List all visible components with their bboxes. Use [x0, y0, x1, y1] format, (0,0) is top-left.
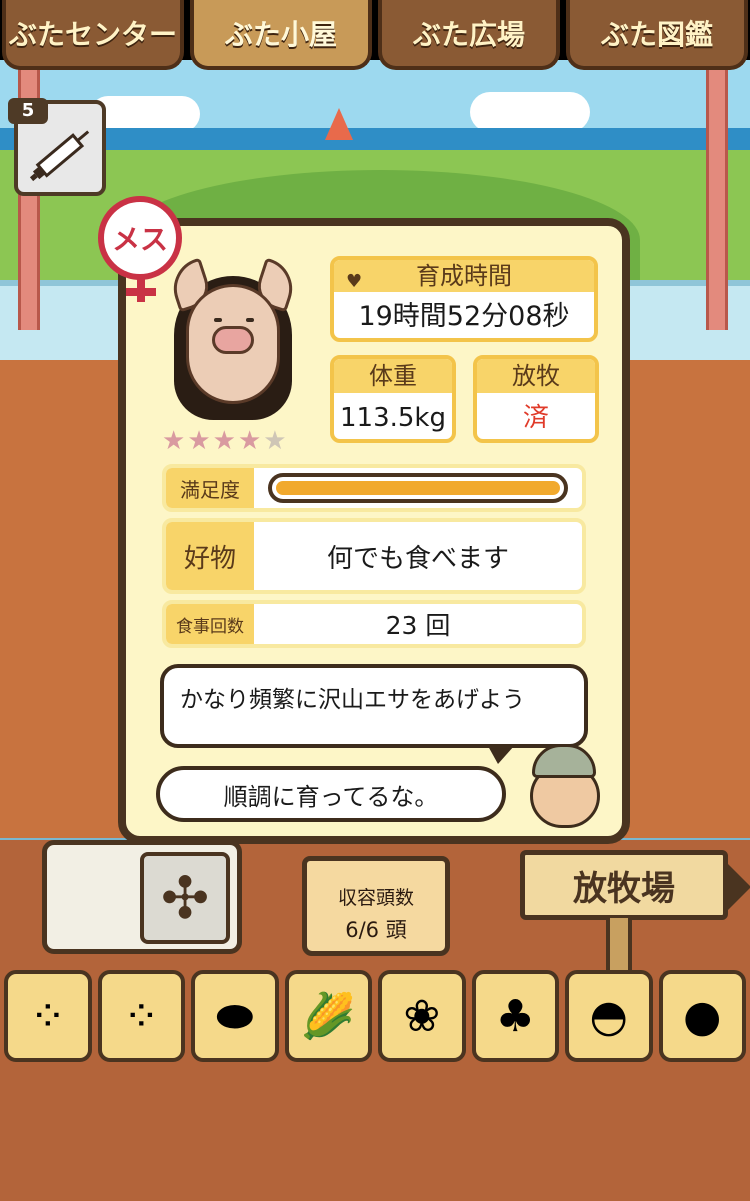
tab-pig-center[interactable]: ぶたセンター: [2, 0, 184, 70]
weight-value: 113.5kg: [340, 403, 446, 433]
tab-pig-house[interactable]: ぶた小屋: [190, 0, 372, 70]
top-tabs: ぶたセンター ぶた小屋 ぶた広場 ぶた図鑑: [0, 0, 750, 72]
farmer-hat: [532, 744, 596, 778]
capacity-label: 収容頭数: [337, 887, 414, 909]
meal-count-row: 食事回数 23 回: [162, 600, 586, 648]
growth-time-box: ♥ 育成時間 19時間52分08秒: [330, 256, 598, 342]
food-button-5[interactable]: ❀: [378, 970, 466, 1062]
growth-time-label: 育成時間: [416, 262, 512, 290]
growth-time-header: ♥ 育成時間: [334, 260, 594, 292]
star-rating: ★ ★ ★ ★ ★: [162, 428, 287, 454]
meal-count-value: 23 回: [385, 611, 451, 640]
satisfaction-row: 満足度: [162, 464, 586, 512]
mixed-grain-icon: ⁘: [122, 990, 160, 1042]
satisfaction-gauge-fill: [276, 481, 560, 495]
cloud: [470, 92, 590, 132]
pig-eye: [246, 318, 254, 322]
food-button-2[interactable]: ⁘: [97, 970, 185, 1062]
pig-portrait: [165, 257, 301, 422]
sailboat: [325, 108, 353, 140]
feed-bowl-icon: ◓: [589, 990, 628, 1042]
fan-button[interactable]: ✣: [140, 852, 230, 944]
food-button-7[interactable]: ◓: [565, 970, 653, 1062]
weight-box: 体重 113.5kg: [330, 355, 456, 443]
pasture-sign-button[interactable]: 放牧場: [520, 850, 750, 920]
corn-icon: 🌽: [300, 991, 356, 1042]
fan-icon: ✣: [160, 864, 210, 932]
syringe-icon: [29, 130, 90, 182]
grazing-label: 放牧: [477, 359, 595, 393]
food-toolbar: ⁘ ⁘ ⬬ 🌽 ❀ ♣ ◓ ●: [4, 970, 746, 1064]
grain-pile-icon: ⁘: [29, 990, 67, 1042]
pig-snout: [212, 326, 254, 354]
favorite-food-label: 好物: [166, 522, 254, 590]
sweet-potato-icon: ⬬: [215, 990, 254, 1042]
tab-pig-plaza[interactable]: ぶた広場: [378, 0, 560, 70]
farmer-avatar: [524, 744, 606, 830]
food-button-8[interactable]: ●: [658, 970, 746, 1062]
female-badge: メス: [98, 196, 182, 302]
injection-button[interactable]: 5: [8, 98, 106, 196]
vegetable-mix-icon: ❀: [403, 990, 441, 1042]
grazing-box: 放牧 済: [473, 355, 599, 443]
female-symbol-cross: [126, 288, 156, 296]
acorn-icon: ♣: [495, 990, 535, 1042]
star-icon: ★: [263, 426, 287, 456]
food-button-4[interactable]: 🌽: [284, 970, 372, 1062]
capacity-sign: 収容頭数 6/6 頭: [302, 856, 450, 956]
favorite-food-value: 何でも食べます: [326, 543, 509, 574]
star-icon: ★: [237, 426, 262, 456]
cloud: [90, 96, 200, 132]
pig-eye: [214, 318, 222, 322]
sign-post: [606, 918, 632, 978]
advice-bubble: かなり頻繁に沢山エサをあげよう: [160, 664, 588, 764]
satisfaction-label: 満足度: [166, 468, 254, 508]
favorite-food-row: 好物 何でも食べます: [162, 518, 586, 594]
star-icon: ★: [212, 426, 236, 456]
growth-time-value: 19時間52分08秒: [358, 301, 570, 332]
meatball-plate-icon: ●: [683, 990, 722, 1042]
gender-label: メス: [111, 223, 168, 256]
pillar-right: [706, 60, 728, 330]
meal-count-label: 食事回数: [166, 604, 254, 644]
tab-pig-encyclopedia[interactable]: ぶた図鑑: [566, 0, 748, 70]
weight-label: 体重: [334, 359, 452, 393]
food-button-1[interactable]: ⁘: [4, 970, 92, 1062]
star-icon: ★: [187, 426, 211, 456]
food-button-3[interactable]: ⬬: [191, 970, 279, 1062]
star-icon: ★: [162, 426, 186, 456]
satisfaction-gauge: [268, 473, 568, 503]
comment-bubble: 順調に育ってるな。: [156, 766, 506, 822]
heart-icon: ♥: [346, 271, 363, 292]
grazing-value: 済: [522, 403, 549, 433]
capacity-value: 6/6 頭: [345, 918, 407, 942]
food-button-6[interactable]: ♣: [471, 970, 559, 1062]
